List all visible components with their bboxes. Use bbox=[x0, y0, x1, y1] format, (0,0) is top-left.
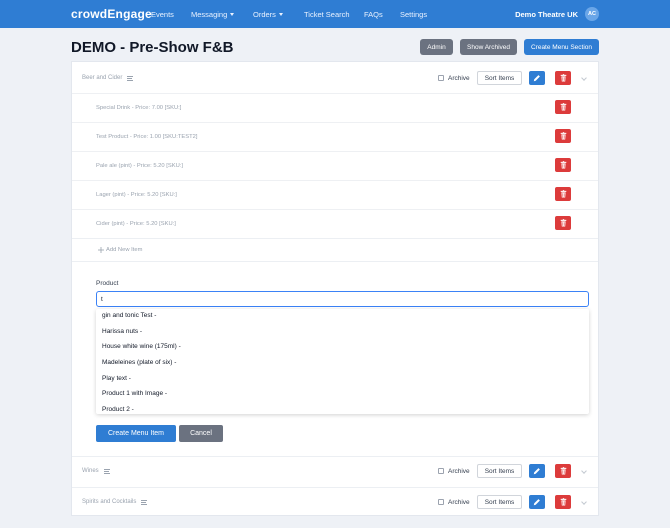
chevron-down-icon[interactable] bbox=[581, 75, 587, 81]
nav-faqs[interactable]: FAQs bbox=[364, 10, 383, 19]
chevron-down-icon bbox=[230, 13, 235, 16]
menu-item-row: Test Product - Price: 1.00 [SKU:TEST2] bbox=[72, 122, 598, 151]
archive-label: Archive bbox=[448, 468, 470, 475]
menu-item-label[interactable]: Pale ale (pint) - Price: 5.20 [SKU:] bbox=[96, 163, 183, 169]
dropdown-option[interactable]: Product 1 with Image - bbox=[102, 390, 167, 397]
sort-items-button[interactable]: Sort Items bbox=[477, 71, 522, 85]
plus-icon bbox=[98, 247, 104, 253]
product-input[interactable]: t bbox=[96, 291, 589, 307]
menu-item-label[interactable]: Special Drink - Price: 7.00 [SKU:] bbox=[96, 105, 181, 111]
nav-orders[interactable]: Orders bbox=[253, 10, 283, 19]
trash-icon bbox=[560, 161, 566, 169]
archive-checkbox[interactable] bbox=[438, 499, 444, 505]
edit-section-button[interactable] bbox=[529, 495, 545, 509]
nav-ticket-search-label: Ticket Search bbox=[304, 10, 350, 19]
dropdown-option[interactable]: Madeleines (plate of six) - bbox=[102, 359, 176, 366]
section-title: Wines bbox=[82, 468, 99, 474]
nav-events-label: Events bbox=[151, 10, 174, 19]
section-name[interactable]: Wines bbox=[82, 468, 110, 474]
add-new-item-link[interactable]: Add New Item bbox=[98, 247, 142, 253]
dropdown-option[interactable]: Product 2 - bbox=[102, 406, 134, 413]
theatre-name[interactable]: Demo Theatre UK bbox=[515, 10, 578, 19]
nav-messaging[interactable]: Messaging bbox=[191, 10, 235, 19]
chevron-down-icon[interactable] bbox=[581, 499, 587, 505]
section-name[interactable]: Spirits and Cocktails bbox=[82, 499, 148, 505]
nav-events[interactable]: Events bbox=[151, 10, 174, 19]
archive-checkbox[interactable] bbox=[438, 75, 444, 81]
divider bbox=[72, 238, 598, 239]
archive-label: Archive bbox=[448, 499, 470, 506]
trash-icon bbox=[560, 74, 566, 82]
menu-lines-icon[interactable] bbox=[103, 468, 110, 474]
nav-settings-label: Settings bbox=[400, 10, 428, 19]
divider bbox=[72, 261, 598, 262]
trash-icon bbox=[560, 219, 566, 227]
product-label: Product bbox=[96, 280, 119, 287]
menu-item-label[interactable]: Cider (pint) - Price: 5.20 [SKU:] bbox=[96, 221, 176, 227]
menu-item-row: Special Drink - Price: 7.00 [SKU:] bbox=[72, 93, 598, 122]
pencil-icon bbox=[533, 75, 540, 82]
chevron-down-icon[interactable] bbox=[581, 468, 587, 474]
top-nav: crowdEngage Events Messaging Orders Tick… bbox=[0, 0, 670, 28]
section-name[interactable]: Beer and Cider bbox=[82, 75, 134, 81]
product-dropdown: gin and tonic Test - Harissa nuts - Hous… bbox=[96, 309, 589, 414]
dropdown-option[interactable]: Harissa nuts - bbox=[102, 328, 142, 335]
chevron-down-icon bbox=[278, 13, 283, 16]
section-wines: Wines Archive Sort Items bbox=[72, 457, 598, 487]
trash-icon bbox=[560, 498, 566, 506]
nav-settings[interactable]: Settings bbox=[400, 10, 427, 19]
section-title: Beer and Cider bbox=[82, 75, 123, 81]
archive-label: Archive bbox=[448, 75, 470, 82]
delete-section-button[interactable] bbox=[555, 495, 571, 509]
trash-icon bbox=[560, 190, 566, 198]
dropdown-option[interactable]: Play text - bbox=[102, 375, 131, 382]
nav-orders-label: Orders bbox=[253, 10, 276, 19]
nav-faqs-label: FAQs bbox=[364, 10, 383, 19]
edit-section-button[interactable] bbox=[529, 464, 545, 478]
show-archived-button[interactable]: Show Archived bbox=[460, 39, 517, 55]
create-menu-section-button[interactable]: Create Menu Section bbox=[524, 39, 599, 55]
cancel-button[interactable]: Cancel bbox=[179, 425, 223, 442]
menu-item-row: Lager (pint) - Price: 5.20 [SKU:] bbox=[72, 180, 598, 209]
pencil-icon bbox=[533, 499, 540, 506]
trash-icon bbox=[560, 132, 566, 140]
menu-lines-icon[interactable] bbox=[127, 75, 134, 81]
delete-item-button[interactable] bbox=[555, 216, 571, 230]
delete-item-button[interactable] bbox=[555, 100, 571, 114]
nav-ticket-search[interactable]: Ticket Search bbox=[304, 10, 350, 19]
add-new-item-label: Add New Item bbox=[106, 247, 143, 253]
delete-section-button[interactable] bbox=[555, 464, 571, 478]
menu-item-row: Cider (pint) - Price: 5.20 [SKU:] bbox=[72, 209, 598, 238]
archive-checkbox[interactable] bbox=[438, 468, 444, 474]
pencil-icon bbox=[533, 468, 540, 475]
dropdown-option[interactable]: House white wine (175ml) - bbox=[102, 343, 181, 350]
menu-item-label[interactable]: Test Product - Price: 1.00 [SKU:TEST2] bbox=[96, 134, 197, 140]
admin-button[interactable]: Admin bbox=[420, 39, 453, 55]
menu-item-row: Pale ale (pint) - Price: 5.20 [SKU:] bbox=[72, 151, 598, 180]
create-menu-item-button[interactable]: Create Menu Item bbox=[96, 425, 176, 442]
dropdown-option[interactable]: gin and tonic Test - bbox=[102, 312, 156, 319]
section-spirits-and-cocktails: Spirits and Cocktails Archive Sort Items bbox=[72, 488, 598, 518]
delete-section-button[interactable] bbox=[555, 71, 571, 85]
section-beer-and-cider: Beer and Cider Archive Sort Items bbox=[72, 64, 598, 94]
avatar[interactable]: AC bbox=[585, 7, 599, 21]
menu-card: Beer and Cider Archive Sort Items Specia… bbox=[71, 61, 599, 516]
menu-lines-icon[interactable] bbox=[141, 499, 148, 505]
brand-logo[interactable]: crowdEngage bbox=[71, 7, 152, 21]
sort-items-button[interactable]: Sort Items bbox=[477, 464, 522, 478]
edit-section-button[interactable] bbox=[529, 71, 545, 85]
section-title: Spirits and Cocktails bbox=[82, 499, 137, 505]
nav-messaging-label: Messaging bbox=[191, 10, 228, 19]
menu-item-label[interactable]: Lager (pint) - Price: 5.20 [SKU:] bbox=[96, 192, 177, 198]
trash-icon bbox=[560, 467, 566, 475]
sort-items-button[interactable]: Sort Items bbox=[477, 495, 522, 509]
delete-item-button[interactable] bbox=[555, 158, 571, 172]
delete-item-button[interactable] bbox=[555, 187, 571, 201]
trash-icon bbox=[560, 103, 566, 111]
delete-item-button[interactable] bbox=[555, 129, 571, 143]
page-title: DEMO - Pre-Show F&B bbox=[71, 39, 234, 56]
